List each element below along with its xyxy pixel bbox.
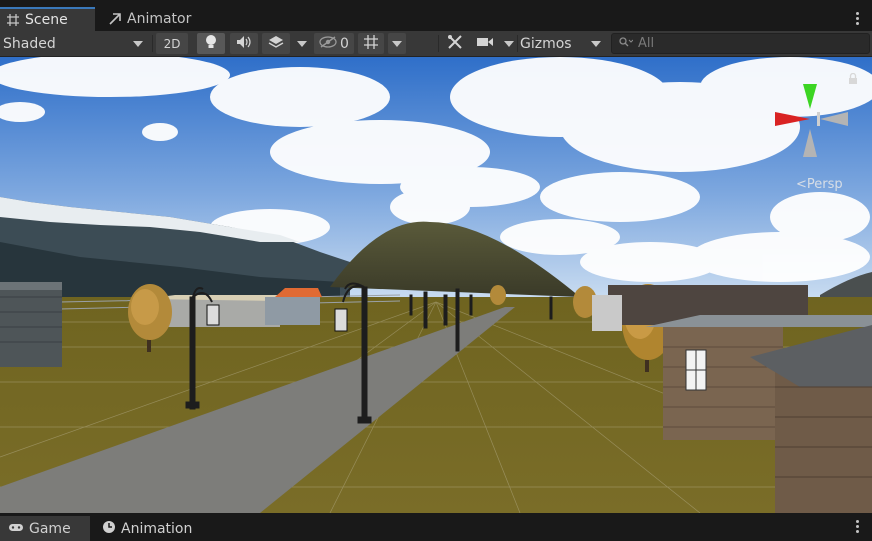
divider <box>438 35 439 52</box>
camera-settings-dropdown[interactable] <box>476 33 514 54</box>
tab-animation-label: Animation <box>121 520 193 537</box>
scene-toolbar: Shaded 2D 0 Gizmos All <box>0 31 872 57</box>
gizmos-label: Gizmos <box>520 35 572 52</box>
grid-toggle-button[interactable] <box>358 33 384 54</box>
tools-button[interactable] <box>444 33 466 54</box>
gizmos-dropdown[interactable]: Gizmos <box>520 33 604 54</box>
tree <box>490 285 506 305</box>
scene-viewport[interactable]: <Persp <box>0 57 872 513</box>
shed-right <box>592 295 622 331</box>
scene-visibility-toggle[interactable]: 0 <box>314 33 354 54</box>
speaker-icon <box>236 35 252 53</box>
animator-icon <box>108 12 122 26</box>
2d-label: 2D <box>163 36 181 51</box>
center-cube[interactable] <box>817 112 820 126</box>
layers-icon <box>268 35 284 53</box>
brick-building <box>663 325 783 440</box>
eye-slash-icon <box>319 35 337 52</box>
orientation-gizmo[interactable] <box>770 79 850 164</box>
shading-mode-label: Shaded <box>3 35 56 52</box>
tab-animator-label: Animator <box>127 11 192 27</box>
bottom-tab-bar: Game Animation <box>0 513 872 541</box>
more-options-icon[interactable] <box>856 520 859 535</box>
tab-game[interactable]: Game <box>0 516 90 541</box>
chevron-down-icon <box>297 40 307 47</box>
camera-icon <box>476 36 494 52</box>
search-placeholder: All <box>638 36 655 51</box>
hidden-objects-count: 0 <box>340 35 349 52</box>
tab-scene[interactable]: Scene <box>0 7 95 31</box>
projection-label[interactable]: <Persp <box>796 177 843 192</box>
effects-dropdown[interactable] <box>294 33 310 54</box>
tab-animator[interactable]: Animator <box>102 7 197 31</box>
neg-y-axis-cone[interactable] <box>803 129 817 157</box>
divider <box>152 35 153 52</box>
tab-scene-label: Scene <box>25 12 68 28</box>
x-axis-cone[interactable] <box>775 112 810 126</box>
more-options-icon[interactable] <box>856 12 859 27</box>
neg-x-axis-cone[interactable] <box>820 112 848 126</box>
chevron-down-icon <box>133 40 143 47</box>
divider <box>517 35 518 52</box>
search-icon <box>619 36 634 51</box>
chevron-down-icon <box>591 40 601 47</box>
chevron-down-icon <box>392 40 402 47</box>
2d-toggle-button[interactable]: 2D <box>156 33 188 54</box>
house-blue <box>265 297 320 325</box>
search-field[interactable]: All <box>611 33 870 54</box>
editor-tab-bar: Scene Animator <box>0 0 872 31</box>
tab-animation[interactable]: Animation <box>94 516 200 541</box>
shading-mode-dropdown[interactable]: Shaded <box>3 33 149 54</box>
scene-render <box>0 57 872 513</box>
lightbulb-icon <box>204 34 218 54</box>
audio-toggle-button[interactable] <box>230 33 258 54</box>
effects-toggle-button[interactable] <box>262 33 290 54</box>
grid-snap-icon <box>363 34 379 54</box>
grid-icon <box>6 13 20 27</box>
lock-icon[interactable] <box>848 73 858 85</box>
gamepad-icon <box>8 521 24 537</box>
tools-icon <box>447 34 463 54</box>
tab-game-label: Game <box>29 520 71 537</box>
grid-dropdown[interactable] <box>388 33 406 54</box>
y-axis-cone[interactable] <box>803 84 817 109</box>
clock-icon <box>102 520 116 538</box>
lighting-toggle-button[interactable] <box>197 33 225 54</box>
chevron-down-icon <box>504 40 514 47</box>
